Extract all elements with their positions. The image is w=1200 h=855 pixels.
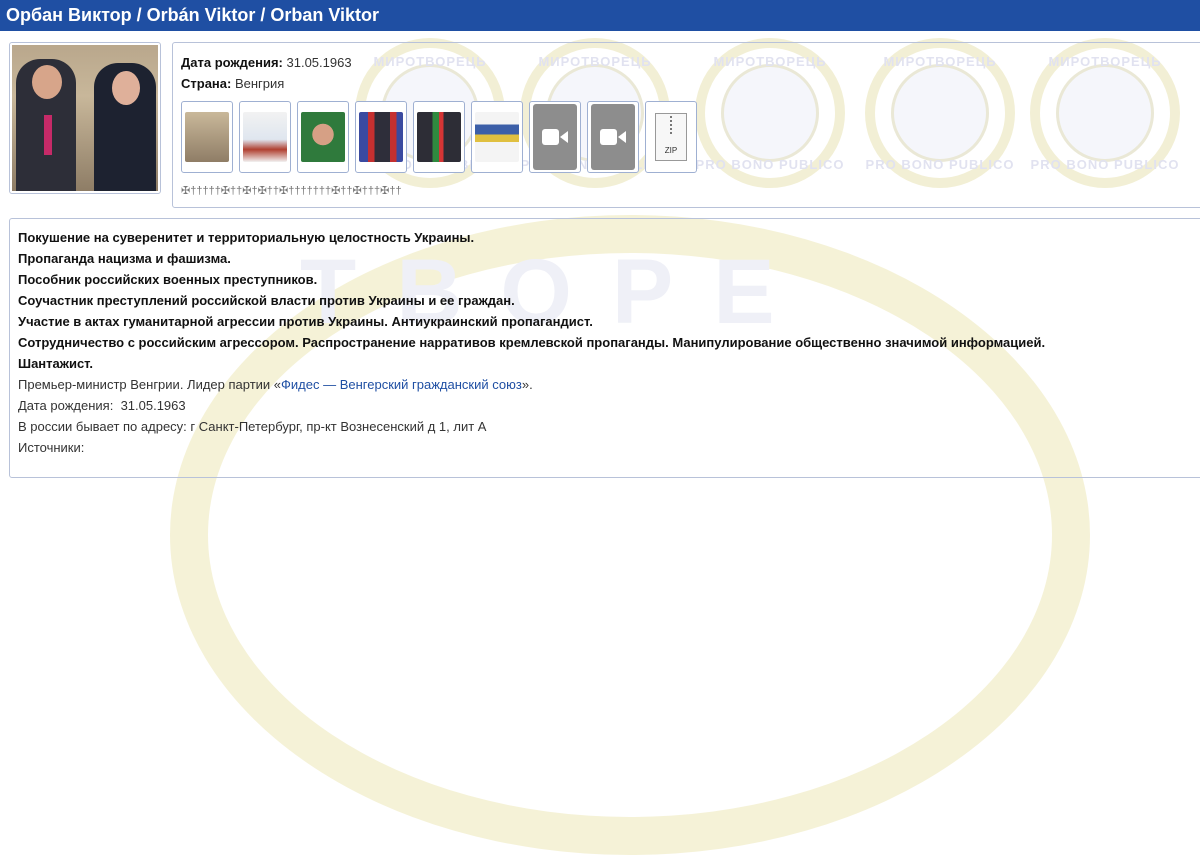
- photo-thumb-1[interactable]: [181, 101, 233, 173]
- position-prefix: Премьер-министр Венгрии. Лидер партии «: [18, 377, 282, 392]
- photo-thumb-image: [359, 112, 403, 162]
- photo-thumb-image: [185, 112, 229, 162]
- charge-line: Сотрудничество с российским агрессором. …: [18, 335, 1046, 350]
- zip-file-icon: ZIP: [655, 113, 687, 161]
- photo-thumb-5[interactable]: [413, 101, 465, 173]
- birth-date-field: Дата рождения: 31.05.1963: [181, 55, 352, 70]
- charge-line: Участие в актах гуманитарной агрессии пр…: [18, 314, 593, 329]
- page-title: Орбан Виктор / Orbán Viktor / Orban Vikt…: [0, 0, 1200, 31]
- charge-line: Шантажист.: [18, 356, 94, 371]
- party-link[interactable]: Фидес — Венгерский гражданский союз: [281, 377, 522, 392]
- address-line: В россии бывает по адресу: г Санкт-Петер…: [18, 419, 487, 434]
- photo-thumb-image: [475, 112, 519, 162]
- birth-date-line-value: 31.05.1963: [120, 398, 186, 413]
- sources-label: Источники:: [18, 440, 85, 455]
- zip-file-thumb[interactable]: ZIP: [645, 101, 697, 173]
- charge-line: Покушение на суверенитет и территориальн…: [18, 230, 475, 245]
- photo-thumb-6[interactable]: [471, 101, 523, 173]
- zip-label: ZIP: [664, 146, 678, 155]
- video-icon: [591, 104, 635, 170]
- description-panel: Покушение на суверенитет и территориальн…: [9, 218, 1200, 478]
- birth-date-value: 31.05.1963: [286, 55, 352, 70]
- media-gallery: ZIP: [181, 101, 697, 173]
- crosses-row: ✠†††††✠††✠†✠††✠†††††††✠††✠†††✠††: [181, 185, 402, 197]
- video-thumb-1[interactable]: [529, 101, 581, 173]
- photo-thumb-2[interactable]: [239, 101, 291, 173]
- photo-thumb-image: [301, 112, 345, 162]
- photo-person-right: [94, 63, 156, 191]
- info-panel: Дата рождения: 31.05.1963 Страна: Венгри…: [172, 42, 1200, 208]
- video-icon: [533, 104, 577, 170]
- country-value: Венгрия: [234, 76, 285, 91]
- profile-photo[interactable]: [12, 45, 158, 191]
- video-thumb-2[interactable]: [587, 101, 639, 173]
- birth-date-line-label: Дата рождения:: [18, 398, 114, 413]
- photo-person-left: [16, 59, 76, 191]
- charge-line: Пособник российских военных преступников…: [18, 272, 318, 287]
- photo-thumb-image: [243, 112, 287, 162]
- photo-thumb-image: [417, 112, 461, 162]
- birth-date-line: Дата рождения: 31.05.1963: [18, 398, 186, 413]
- position-line: Премьер-министр Венгрии. Лидер партии «Ф…: [18, 377, 533, 392]
- charge-line: Пропаганда нацизма и фашизма.: [18, 251, 231, 266]
- charge-line: Соучастник преступлений российской власт…: [18, 293, 515, 308]
- profile-photo-frame[interactable]: [9, 42, 161, 194]
- country-label: Страна:: [181, 76, 232, 91]
- country-field: Страна: Венгрия: [181, 76, 284, 91]
- birth-date-label: Дата рождения:: [181, 55, 283, 70]
- photo-thumb-3[interactable]: [297, 101, 349, 173]
- photo-thumb-4[interactable]: [355, 101, 407, 173]
- position-suffix: ».: [521, 377, 533, 392]
